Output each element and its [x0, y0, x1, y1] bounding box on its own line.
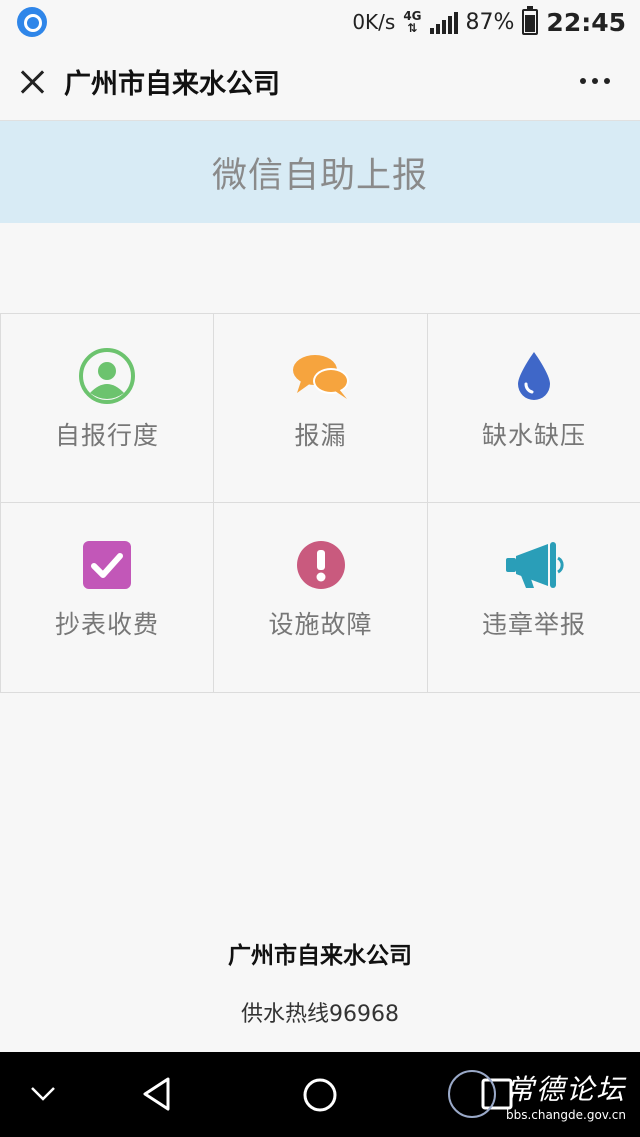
grid-item-label: 违章举报	[481, 610, 586, 639]
status-indicators: 0K/s 4G ⇅ 87% 22:45	[352, 6, 626, 38]
footer-company-name: 广州市自来水公司	[228, 943, 412, 969]
data-arrows-icon: ⇅	[407, 21, 418, 35]
checkbox-icon	[77, 535, 137, 595]
grid-item-violation-report[interactable]: 违章举报	[428, 503, 640, 693]
grid-item-label: 报漏	[294, 421, 347, 450]
clock: 22:45	[546, 7, 626, 37]
exclamation-icon	[291, 535, 351, 595]
network-type: 4G ⇅	[403, 10, 421, 34]
grid-item-self-report[interactable]: 自报行度	[1, 314, 214, 503]
water-drop-icon	[504, 346, 564, 406]
grid-item-label: 抄表收费	[54, 610, 159, 639]
signal-icon	[429, 10, 458, 34]
grid-item-facility-fault[interactable]: 设施故障	[214, 503, 428, 693]
chevron-down-icon[interactable]	[30, 1084, 56, 1104]
megaphone-icon	[504, 535, 564, 595]
banner: 微信自助上报	[0, 121, 640, 223]
page-title: 广州市自来水公司	[64, 69, 280, 100]
user-icon	[77, 346, 137, 406]
battery-icon	[522, 6, 539, 35]
nav-bar: 广州市自来水公司	[0, 44, 640, 121]
grid-item-leak-report[interactable]: 报漏	[214, 314, 428, 503]
grid-item-low-water[interactable]: 缺水缺压	[428, 314, 640, 503]
more-options-icon[interactable]	[580, 78, 610, 86]
browser-app-icon	[17, 7, 47, 37]
grid-item-label: 自报行度	[54, 421, 159, 450]
back-icon[interactable]	[140, 1076, 174, 1112]
watermark-url: bbs.changde.gov.cn	[505, 1108, 626, 1122]
status-bar: 0K/s 4G ⇅ 87% 22:45	[0, 0, 640, 44]
battery-percent: 87%	[465, 9, 515, 35]
close-icon[interactable]	[16, 66, 48, 98]
grid-item-label: 设施故障	[268, 610, 373, 639]
footer-hotline: 供水热线96968	[241, 1002, 399, 1027]
network-speed: 0K/s	[352, 10, 396, 34]
home-icon[interactable]	[302, 1077, 338, 1113]
watermark-name: 常德论坛	[505, 1073, 626, 1106]
grid-item-meter-billing[interactable]: 抄表收费	[1, 503, 214, 693]
grid-item-label: 缺水缺压	[481, 421, 586, 450]
watermark-seal-icon	[448, 1070, 496, 1118]
watermark: 常德论坛 bbs.changde.gov.cn	[506, 1068, 626, 1122]
banner-title: 微信自助上报	[211, 155, 428, 196]
chat-bubbles-icon	[291, 346, 351, 406]
service-grid: 自报行度 报漏 缺水缺压 抄表收费 设施故障 违章举报	[0, 313, 640, 693]
